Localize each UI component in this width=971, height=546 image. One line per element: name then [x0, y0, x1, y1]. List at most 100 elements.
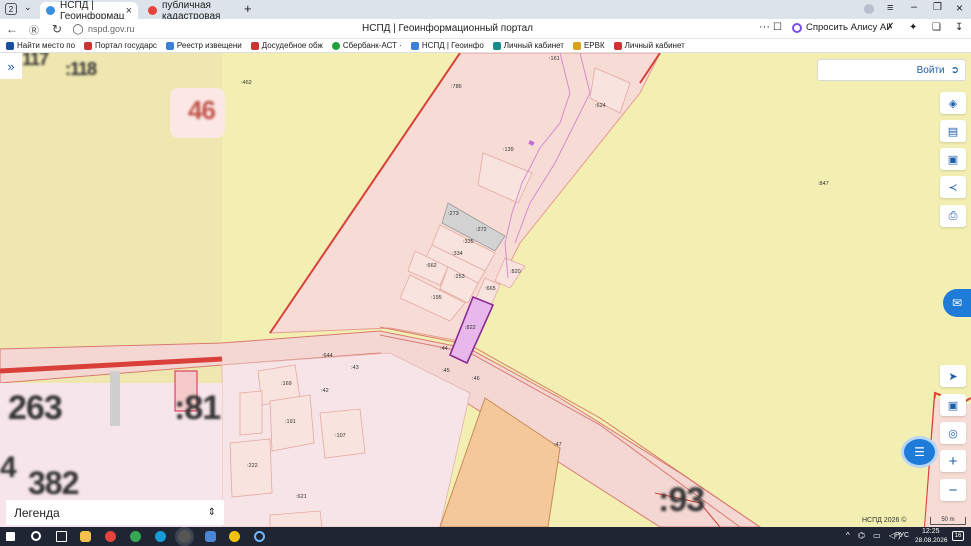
- parcel-label[interactable]: :662: [426, 263, 437, 269]
- expand-legend-icon[interactable]: ⇕: [208, 507, 216, 518]
- parcel-label[interactable]: :43: [351, 365, 359, 371]
- tax-icon: [492, 41, 501, 50]
- chat-support-icon[interactable]: ✉: [943, 289, 971, 317]
- yandex-icon[interactable]: [105, 531, 116, 542]
- bookmark-item[interactable]: Досудебное обж: [250, 41, 323, 50]
- zoom-in-button[interactable]: +: [940, 450, 966, 472]
- parcel-label[interactable]: :46: [472, 376, 480, 382]
- app-icon[interactable]: [254, 531, 265, 542]
- puzzle-icon[interactable]: ✦: [909, 22, 917, 33]
- alice-button[interactable]: Спросить Алису AI: [792, 22, 889, 33]
- select-area-icon[interactable]: ▣: [940, 148, 966, 170]
- parcel-label[interactable]: :222: [247, 463, 258, 469]
- assistant-bubble-button[interactable]: ☰: [901, 436, 938, 468]
- restore-icon[interactable]: ❐: [933, 2, 942, 13]
- parcel-label[interactable]: :665: [485, 286, 496, 292]
- close-window-icon[interactable]: ×: [956, 1, 963, 15]
- parcel-label[interactable]: :621: [296, 494, 307, 500]
- parcel-label[interactable]: :624: [595, 103, 606, 109]
- parcel-label[interactable]: :786: [451, 84, 462, 90]
- bookmark-item[interactable]: Реестр извещени: [165, 41, 242, 50]
- download-icon[interactable]: ↧: [955, 22, 963, 33]
- task-view-icon[interactable]: [56, 531, 67, 542]
- chrome-icon[interactable]: [130, 531, 141, 542]
- print-icon[interactable]: ⎙: [940, 205, 966, 227]
- shield-icon: [572, 41, 581, 50]
- bookmark-item[interactable]: Сбербанк-АСТ ·: [331, 41, 402, 50]
- parcel-label[interactable]: :45: [442, 368, 450, 374]
- menu-icon[interactable]: ≡: [887, 2, 893, 14]
- site-info-icon[interactable]: ◯: [70, 21, 86, 37]
- tab-counter[interactable]: 2: [5, 3, 17, 15]
- legend-panel[interactable]: Легенда ⇕: [6, 500, 224, 525]
- clock-time[interactable]: 12:25: [922, 528, 940, 535]
- explorer-icon[interactable]: [80, 531, 91, 542]
- bookmark-item[interactable]: ЕРВК: [572, 41, 605, 50]
- cadastral-map[interactable]: 117 :118 46 263 :81 382 :93 4 :161 :786 …: [0, 53, 971, 527]
- bookmark-item[interactable]: НСПД | Геоинфо: [410, 41, 484, 50]
- block-number: 46: [188, 95, 216, 125]
- new-tab-button[interactable]: +: [244, 1, 252, 16]
- parcel-label[interactable]: :169: [281, 381, 292, 387]
- tabs-dropdown-icon[interactable]: ⌄: [24, 2, 32, 13]
- parcel-label[interactable]: :335: [463, 239, 474, 245]
- bookmark-item[interactable]: Портал государс: [84, 41, 157, 50]
- parcel-label[interactable]: :107: [335, 433, 346, 439]
- clock-date[interactable]: 28.08.2026: [915, 537, 948, 544]
- bookmark-item[interactable]: Личный кабинет: [613, 41, 685, 50]
- yandex-shield-icon[interactable]: Ⓡ: [26, 21, 42, 37]
- bookmark-item[interactable]: Личный кабинет: [492, 41, 564, 50]
- back-icon[interactable]: ←: [4, 21, 20, 37]
- bookmark-item[interactable]: Найти место по: [6, 41, 75, 50]
- yandex-browser-icon[interactable]: [178, 530, 191, 543]
- share-icon[interactable]: ≺: [940, 176, 966, 198]
- block-number: 117: [22, 53, 49, 69]
- parcel-label[interactable]: :139: [503, 147, 514, 153]
- close-tab-icon[interactable]: ×: [126, 5, 132, 17]
- search-icon[interactable]: [31, 531, 41, 541]
- globe-icon: [165, 41, 174, 50]
- minimize-icon[interactable]: –: [911, 1, 917, 13]
- parcel-label[interactable]: :822: [465, 325, 476, 331]
- more-icon[interactable]: ···: [759, 21, 770, 33]
- expand-sidebar-button[interactable]: »: [0, 53, 22, 79]
- app-icon[interactable]: [229, 531, 240, 542]
- extension-icon[interactable]: ✗: [886, 22, 894, 33]
- login-button[interactable]: Войти ➲: [817, 59, 966, 81]
- search-point-icon[interactable]: ◎: [940, 422, 966, 444]
- parcel-label[interactable]: :253: [454, 274, 465, 280]
- tab-nspd[interactable]: НСПД | Геоинформац ×: [40, 0, 138, 22]
- language-indicator[interactable]: РУС: [895, 532, 909, 539]
- notifications-icon[interactable]: 16: [952, 531, 964, 541]
- parcel-label[interactable]: :161: [549, 56, 560, 62]
- reload-icon[interactable]: ↻: [49, 21, 65, 37]
- parcel-label[interactable]: :272: [476, 227, 487, 233]
- parcel-label[interactable]: :847: [818, 181, 829, 187]
- yandex-tab-icon: [148, 6, 157, 15]
- flag-icon: [84, 41, 93, 50]
- edge-icon[interactable]: [155, 531, 166, 542]
- parcel-label[interactable]: :191: [285, 419, 296, 425]
- store-icon[interactable]: [205, 531, 216, 542]
- parcel-label[interactable]: :44: [440, 346, 448, 352]
- url-field[interactable]: nspd.gov.ru: [88, 24, 134, 34]
- parcel-label[interactable]: :47: [554, 442, 562, 448]
- parcel-label[interactable]: :462: [241, 80, 252, 86]
- parcel-label[interactable]: :273: [448, 211, 459, 217]
- ruler-icon[interactable]: ▤: [940, 120, 966, 142]
- geolocation-icon[interactable]: ➤: [940, 365, 966, 387]
- parcel-label[interactable]: :195: [431, 295, 442, 301]
- tab-yandex-search[interactable]: публичная кадастровая: [142, 0, 242, 22]
- bookmark-icon[interactable]: ☐: [773, 22, 782, 33]
- profile-icon[interactable]: [864, 4, 874, 14]
- minimap-icon[interactable]: ▣: [940, 394, 966, 416]
- layers-icon[interactable]: ◈: [940, 92, 966, 114]
- parcel-label[interactable]: :334: [452, 251, 463, 257]
- parcel-label[interactable]: :644: [322, 353, 333, 359]
- windows-start-icon[interactable]: [6, 532, 15, 541]
- login-icon: ➲: [950, 64, 959, 76]
- collections-icon[interactable]: ❏: [932, 22, 941, 33]
- parcel-label[interactable]: :820: [510, 269, 521, 275]
- parcel-label[interactable]: :42: [321, 388, 329, 394]
- zoom-out-button[interactable]: −: [940, 479, 966, 501]
